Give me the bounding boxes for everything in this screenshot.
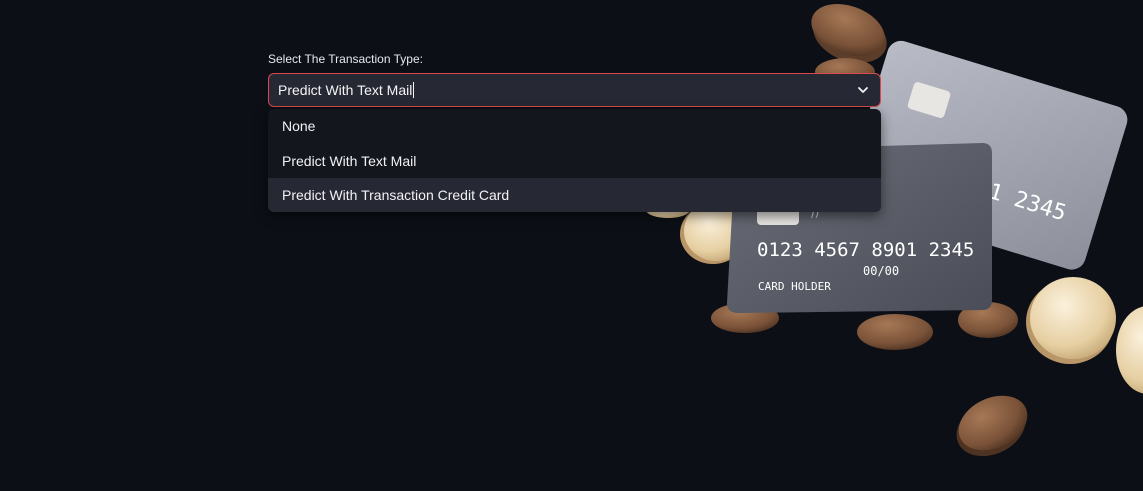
app-root: 01 2345 0 )) 0123 4567 8901 2345 00/00 C…: [0, 0, 1143, 491]
text-cursor: [413, 82, 415, 98]
select-current-value: Predict With Text Mail: [278, 82, 413, 98]
front-card-expiry: 00/00: [863, 264, 899, 278]
option-none[interactable]: None: [268, 109, 881, 144]
coin-bronze-bottom: [956, 395, 1028, 457]
transaction-type-select[interactable]: Predict With Text Mail: [268, 73, 881, 107]
option-predict-text-mail[interactable]: Predict With Text Mail: [268, 144, 881, 179]
front-card-number: 0123 4567 8901 2345: [757, 239, 974, 261]
front-card-holder: CARD HOLDER: [758, 280, 831, 293]
option-predict-transaction-credit-card[interactable]: Predict With Transaction Credit Card: [268, 178, 881, 212]
select-value-wrapper: Predict With Text Mail: [278, 82, 415, 98]
transaction-type-dropdown-menu: None Predict With Text Mail Predict With…: [268, 109, 881, 212]
coin-gold-right: [1026, 277, 1116, 364]
coin-bronze-4: [857, 314, 933, 350]
chevron-down-icon[interactable]: [856, 83, 870, 97]
coin-gold-edge: [1116, 306, 1143, 394]
transaction-type-label: Select The Transaction Type:: [268, 52, 423, 66]
